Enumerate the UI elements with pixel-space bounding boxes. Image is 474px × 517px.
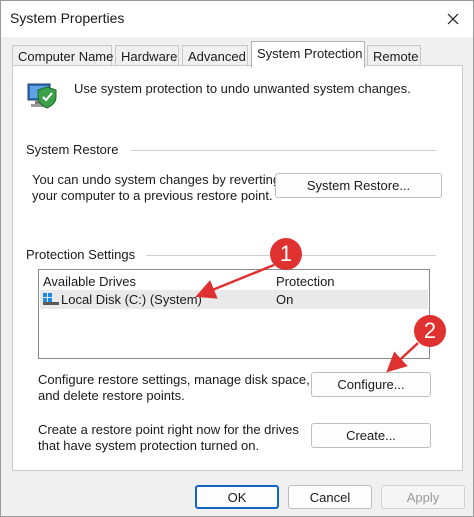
annotation-badge-2: 2 [414, 315, 446, 347]
table-row[interactable]: Local Disk (C:) (System) On [40, 290, 428, 309]
tab-label: Remote [373, 49, 419, 64]
system-restore-description: You can undo system changes by reverting… [32, 172, 280, 204]
tab-remote[interactable]: Remote [367, 45, 421, 67]
column-header-drives[interactable]: Available Drives [43, 274, 136, 289]
button-label: Configure... [337, 377, 405, 392]
create-button[interactable]: Create... [311, 423, 431, 448]
system-protection-panel: Use system protection to undo unwanted s… [12, 65, 463, 471]
annotation-label: 2 [423, 318, 437, 343]
group-divider [131, 150, 436, 151]
system-restore-button[interactable]: System Restore... [275, 173, 442, 198]
title-bar: System Properties [1, 1, 473, 37]
configure-description: Configure restore settings, manage disk … [38, 372, 310, 404]
button-label: Cancel [309, 489, 351, 505]
tab-hardware[interactable]: Hardware [115, 45, 179, 67]
button-label: Create... [346, 428, 396, 443]
cancel-button[interactable]: Cancel [288, 485, 372, 509]
tab-label: Advanced [188, 49, 246, 64]
tab-computer-name[interactable]: Computer Name [12, 45, 114, 67]
annotation-badge-1: 1 [270, 238, 302, 270]
drive-name: Local Disk (C:) (System) [61, 292, 202, 307]
description-line: You can undo system changes by reverting [32, 172, 281, 187]
tab-strip: Computer Name Hardware Advanced System P… [1, 37, 473, 68]
drive-icon [43, 293, 59, 305]
create-description: Create a restore point right now for the… [38, 422, 299, 454]
system-properties-window: System Properties Computer Name Hardware… [0, 0, 474, 517]
protection-settings-group-title: Protection Settings [26, 247, 141, 262]
window-title: System Properties [10, 10, 125, 26]
drives-list[interactable]: Available Drives Protection Local Disk (… [38, 269, 430, 359]
column-header-protection[interactable]: Protection [276, 274, 335, 289]
tab-system-protection[interactable]: System Protection [251, 41, 365, 68]
ok-button[interactable]: OK [195, 485, 279, 509]
system-protection-icon [26, 79, 60, 111]
close-icon [447, 13, 459, 25]
description-line: Configure restore settings, manage disk … [38, 372, 310, 387]
tab-label: System Protection [257, 46, 363, 61]
intro-text: Use system protection to undo unwanted s… [74, 81, 411, 96]
annotation-label: 1 [279, 241, 293, 266]
drive-protection-status: On [276, 292, 294, 307]
tab-label: Computer Name [18, 49, 114, 64]
system-restore-group-title: System Restore [26, 142, 124, 157]
apply-button[interactable]: Apply [381, 485, 465, 509]
tab-label: Hardware [121, 49, 178, 64]
description-line: Create a restore point right now for the… [38, 422, 299, 437]
description-line: your computer to a previous restore poin… [32, 188, 273, 203]
description-line: and delete restore points. [38, 388, 185, 403]
tab-advanced[interactable]: Advanced [182, 45, 248, 67]
description-line: that have system protection turned on. [38, 438, 260, 453]
button-label: System Restore... [306, 178, 411, 193]
button-label: OK [227, 489, 247, 505]
close-button[interactable] [433, 3, 473, 35]
button-label: Apply [406, 489, 440, 505]
configure-button[interactable]: Configure... [311, 372, 431, 397]
